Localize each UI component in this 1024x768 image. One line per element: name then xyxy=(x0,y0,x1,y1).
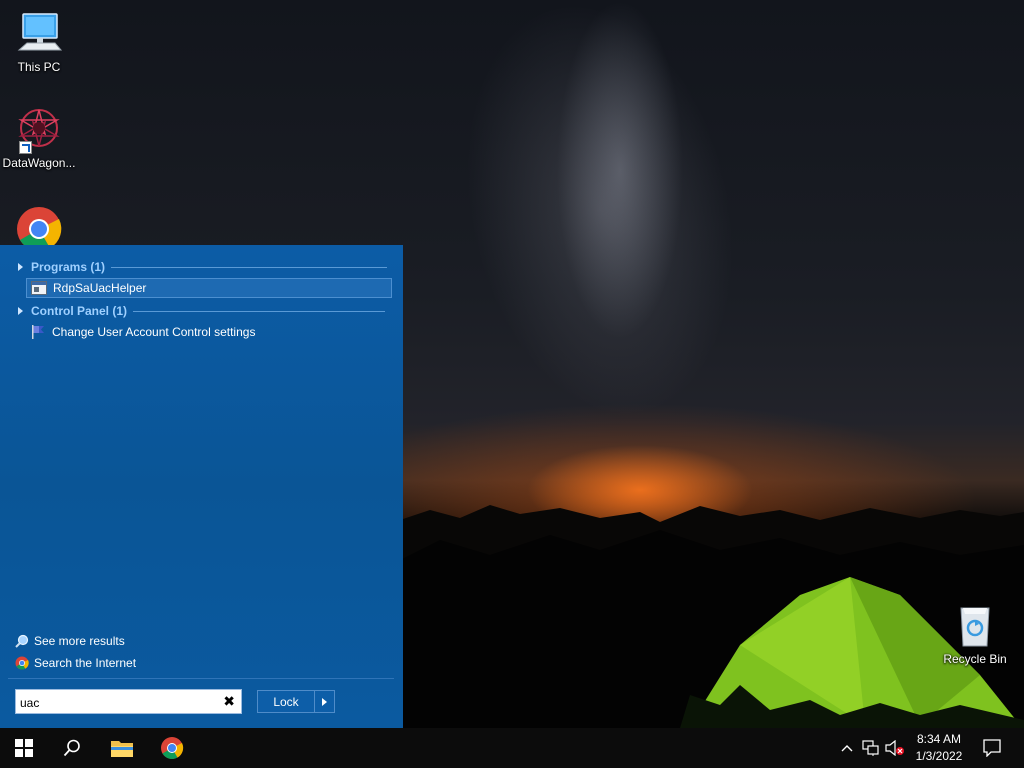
volume-tray-button[interactable] xyxy=(884,728,906,768)
taskbar-search-button[interactable] xyxy=(48,728,96,768)
search-magnifier-icon xyxy=(15,634,29,648)
group-divider xyxy=(111,266,388,268)
search-icon xyxy=(63,739,80,757)
recycle-bin-icon xyxy=(951,602,999,650)
taskbar: 8:34 AM 1/3/2022 xyxy=(0,728,1024,768)
start-search-input[interactable] xyxy=(16,690,224,715)
action-center-button[interactable] xyxy=(978,728,1006,768)
desktop-icon-label: DataWagon... xyxy=(2,156,76,170)
app-window-icon xyxy=(31,281,47,295)
search-internet-label: Search the Internet xyxy=(34,656,137,670)
expand-triangle-icon xyxy=(18,263,23,271)
clock-date: 1/3/2022 xyxy=(915,749,963,763)
desktop-icon-label: Recycle Bin xyxy=(943,652,1007,666)
result-item-rdpsauachelper[interactable]: RdpSaUacHelper xyxy=(26,278,392,298)
file-explorer-button[interactable] xyxy=(98,728,146,768)
taskbar-clock[interactable]: 8:34 AM 1/3/2022 xyxy=(908,731,970,765)
expand-triangle-icon xyxy=(18,307,23,315)
shortcut-arrow-icon xyxy=(19,141,32,154)
power-options-button[interactable] xyxy=(315,690,335,713)
result-item-change-uac-settings[interactable]: Change User Account Control settings xyxy=(26,322,392,342)
group-header-control-panel[interactable]: Control Panel (1) xyxy=(18,303,386,319)
chrome-icon xyxy=(15,656,29,670)
desktop-icon-this-pc[interactable]: This PC xyxy=(1,10,77,74)
chrome-icon xyxy=(161,737,184,759)
search-internet-link[interactable]: Search the Internet xyxy=(15,654,136,672)
start-search-box[interactable]: ✖ xyxy=(15,689,242,715)
result-item-label: RdpSaUacHelper xyxy=(53,281,147,295)
result-item-label: Change User Account Control settings xyxy=(52,325,256,339)
see-more-results-link[interactable]: See more results xyxy=(15,632,125,650)
uac-flag-icon xyxy=(32,325,44,339)
milky-way-glow xyxy=(429,0,771,443)
see-more-results-label: See more results xyxy=(34,634,125,648)
network-tray-button[interactable] xyxy=(860,728,882,768)
volume-muted-icon xyxy=(885,740,904,756)
lock-button-label: Lock xyxy=(273,694,299,709)
folder-icon xyxy=(111,741,133,757)
start-search-panel: Programs (1) RdpSaUacHelper Control Pane… xyxy=(0,245,403,728)
this-pc-icon xyxy=(15,10,63,58)
notification-icon xyxy=(983,739,1001,757)
group-header-label: Control Panel (1) xyxy=(31,304,128,318)
windows-logo-icon xyxy=(15,739,33,757)
clock-time: 8:34 AM xyxy=(916,732,962,746)
chevron-up-icon xyxy=(841,745,853,752)
start-button[interactable] xyxy=(0,728,48,768)
panel-divider xyxy=(8,678,394,679)
chrome-taskbar-button[interactable] xyxy=(148,728,196,768)
datawagon-icon xyxy=(15,106,63,154)
group-divider xyxy=(133,310,386,312)
desktop-icon-label: This PC xyxy=(17,60,61,74)
desktop-icon-recycle-bin[interactable]: Recycle Bin xyxy=(937,602,1013,666)
show-hidden-icons-button[interactable] xyxy=(838,728,856,768)
clear-search-icon[interactable]: ✖ xyxy=(223,694,235,708)
group-header-programs[interactable]: Programs (1) xyxy=(18,259,388,275)
network-icon xyxy=(862,740,879,756)
lock-button[interactable]: Lock xyxy=(257,690,315,713)
chevron-right-icon xyxy=(322,697,327,706)
group-header-label: Programs (1) xyxy=(31,260,106,274)
desktop-icon-datawagon[interactable]: DataWagon... xyxy=(1,106,77,170)
